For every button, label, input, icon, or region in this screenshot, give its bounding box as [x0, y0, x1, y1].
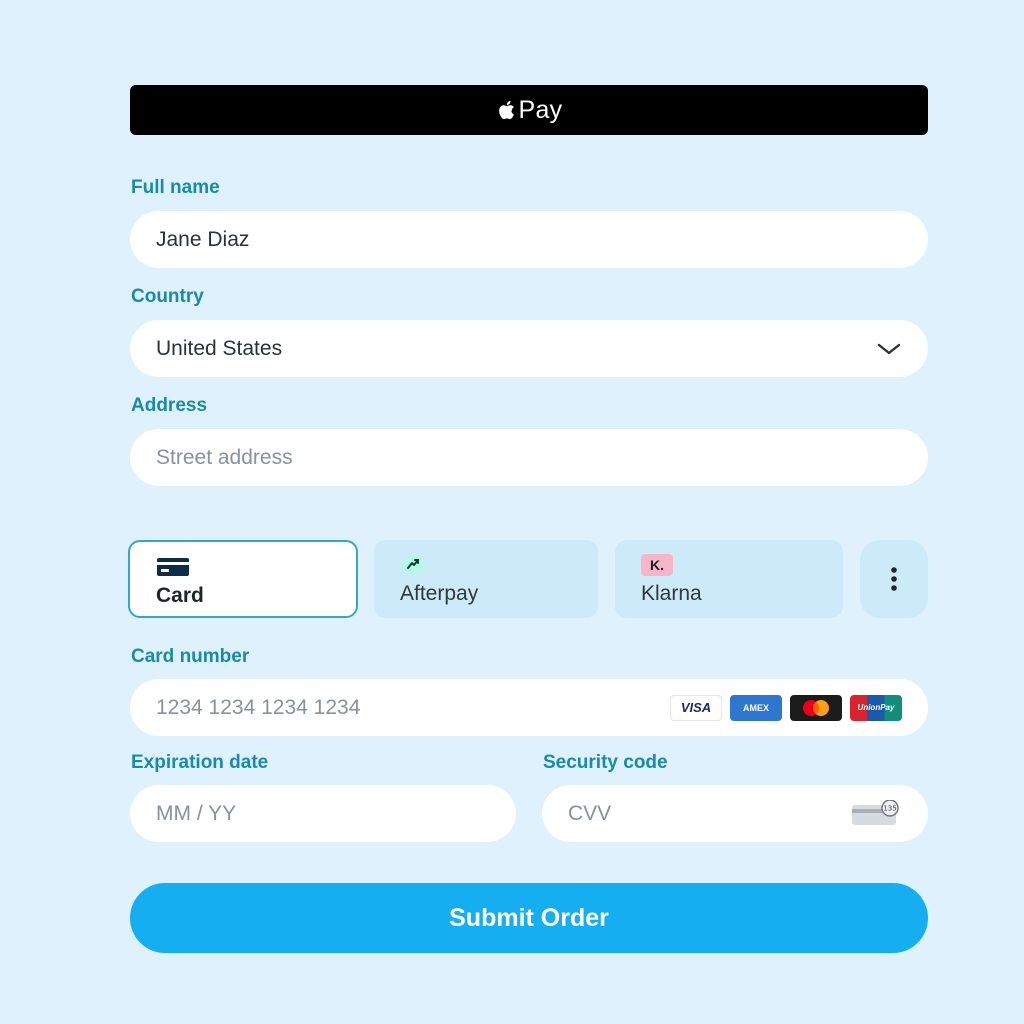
card-number-field[interactable]: 1234 1234 1234 1234 VISA AMEX UnionPay	[130, 679, 928, 736]
tab-klarna-label: Klarna	[641, 582, 702, 605]
security-code-label: Security code	[543, 752, 668, 773]
afterpay-icon	[402, 557, 424, 573]
security-code-placeholder: CVV	[568, 801, 612, 825]
unionpay-icon: UnionPay	[850, 694, 902, 721]
mastercard-icon	[790, 694, 842, 721]
country-value: United States	[156, 336, 283, 360]
cvc-card-icon: 135	[852, 799, 899, 825]
apple-pay-button[interactable]: Pay	[130, 85, 928, 135]
card-number-label: Card number	[131, 646, 250, 667]
card-brands: VISA AMEX UnionPay	[670, 694, 902, 721]
full-name-label: Full name	[131, 177, 220, 198]
more-vertical-icon	[891, 567, 897, 591]
security-code-field[interactable]: CVV 135	[542, 785, 928, 842]
cvc-icon-text: 135	[883, 804, 896, 812]
tab-afterpay-label: Afterpay	[400, 582, 479, 605]
checkout-page: Pay Full name Jane Diaz Country United S…	[0, 0, 1024, 1024]
country-label: Country	[131, 286, 204, 307]
chevron-down-icon	[877, 343, 901, 354]
full-name-value: Jane Diaz	[156, 227, 250, 251]
credit-card-icon	[157, 558, 189, 576]
apple-logo-icon	[498, 100, 514, 120]
tab-klarna[interactable]: K. Klarna	[615, 540, 843, 618]
visa-icon: VISA	[670, 694, 722, 721]
address-field[interactable]: Street address	[130, 429, 928, 486]
address-placeholder: Street address	[156, 445, 293, 469]
expiration-date-label: Expiration date	[131, 752, 269, 773]
country-select[interactable]: United States	[130, 320, 928, 377]
apple-pay-label: Pay	[518, 95, 563, 124]
amex-icon: AMEX	[730, 694, 782, 721]
tab-card[interactable]: Card	[128, 540, 358, 618]
expiration-date-field[interactable]: MM / YY	[130, 785, 516, 842]
address-label: Address	[131, 395, 208, 416]
more-payment-methods-button[interactable]	[860, 540, 928, 618]
full-name-field[interactable]: Jane Diaz	[130, 211, 928, 268]
card-number-placeholder: 1234 1234 1234 1234	[156, 695, 361, 719]
expiration-date-placeholder: MM / YY	[156, 801, 237, 825]
klarna-icon: K.	[641, 554, 843, 576]
submit-order-button[interactable]: Submit Order	[130, 883, 928, 953]
klarna-badge: K.	[641, 554, 673, 576]
tab-card-label: Card	[156, 584, 204, 607]
tab-afterpay[interactable]: Afterpay	[374, 540, 598, 618]
